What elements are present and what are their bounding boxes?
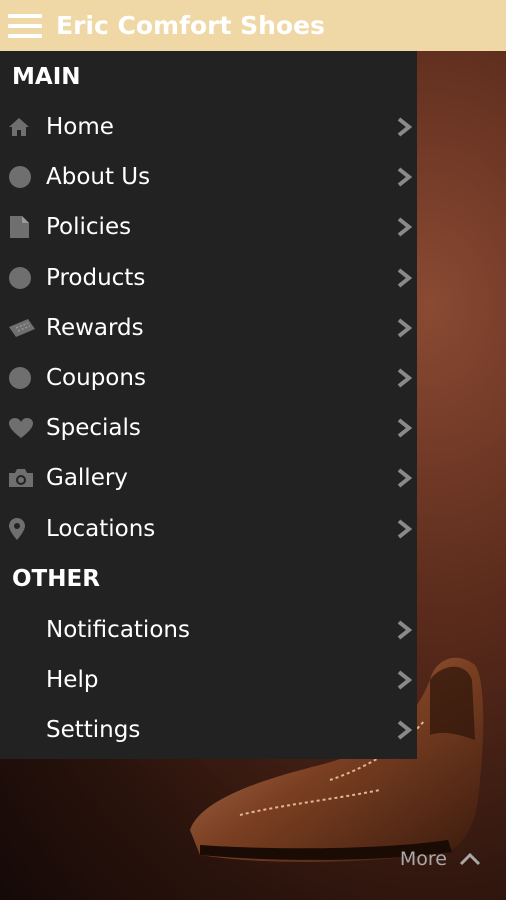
drawer-item-label: Settings <box>46 717 141 744</box>
drawer-item-gallery[interactable]: Gallery <box>0 453 417 503</box>
drawer-item-notifications[interactable]: Notifications <box>0 605 417 655</box>
chevron-right-icon <box>397 217 413 238</box>
top-app-bar: Eric Comfort Shoes <box>0 0 506 51</box>
drawer-item-settings[interactable]: Settings <box>0 705 417 755</box>
drawer-item-label: Specials <box>46 415 141 442</box>
drawer-item-label: Locations <box>46 515 156 542</box>
chevron-right-icon <box>397 620 413 640</box>
drawer-item-label: About Us <box>46 164 151 191</box>
ticket-icon <box>0 315 46 341</box>
circle-icon <box>0 265 46 291</box>
chevron-right-icon <box>397 268 413 288</box>
drawer-item-rewards[interactable]: Rewards <box>0 303 417 353</box>
chevron-right-icon <box>397 318 413 338</box>
drawer-item-locations[interactable]: Locations <box>0 504 417 554</box>
hamburger-menu-icon[interactable] <box>0 0 50 51</box>
chevron-right-icon <box>397 670 413 690</box>
drawer-item-coupons[interactable]: Coupons <box>0 353 417 403</box>
circle-icon <box>0 365 46 391</box>
chevron-up-icon <box>459 852 481 866</box>
more-label: More <box>399 848 447 870</box>
drawer-item-products[interactable]: Products <box>0 253 417 303</box>
home-icon <box>0 114 46 140</box>
drawer-item-label: Gallery <box>46 465 128 492</box>
circle-icon <box>0 164 46 190</box>
chevron-right-icon <box>397 519 413 539</box>
drawer-item-label: Rewards <box>46 314 144 341</box>
drawer-item-label: Products <box>46 264 146 291</box>
heart-icon <box>0 415 46 441</box>
map-pin-icon <box>0 516 46 542</box>
chevron-right-icon <box>397 468 413 488</box>
camera-icon <box>0 465 46 491</box>
drawer-item-home[interactable]: Home <box>0 102 417 152</box>
chevron-right-icon <box>397 117 413 137</box>
drawer-item-help[interactable]: Help <box>0 655 417 705</box>
drawer-item-label: Help <box>46 666 99 693</box>
chevron-right-icon <box>397 418 413 438</box>
drawer-item-about-us[interactable]: About Us <box>0 152 417 202</box>
drawer-item-label: Policies <box>46 214 132 241</box>
drawer-item-label: Home <box>46 114 114 141</box>
section-header-other: OTHER <box>12 566 100 593</box>
document-icon <box>0 214 46 240</box>
app-title: Eric Comfort Shoes <box>56 11 325 40</box>
section-header-main: MAIN <box>12 63 81 90</box>
more-button[interactable]: More <box>400 848 481 870</box>
navigation-drawer: MAIN Home About Us Policies Products Rew… <box>0 51 417 759</box>
chevron-right-icon <box>397 720 413 740</box>
drawer-item-specials[interactable]: Specials <box>0 403 417 453</box>
drawer-item-label: Coupons <box>46 365 146 392</box>
drawer-item-label: Notifications <box>46 616 190 643</box>
chevron-right-icon <box>397 167 413 187</box>
chevron-right-icon <box>397 368 413 388</box>
drawer-item-policies[interactable]: Policies <box>0 202 417 252</box>
